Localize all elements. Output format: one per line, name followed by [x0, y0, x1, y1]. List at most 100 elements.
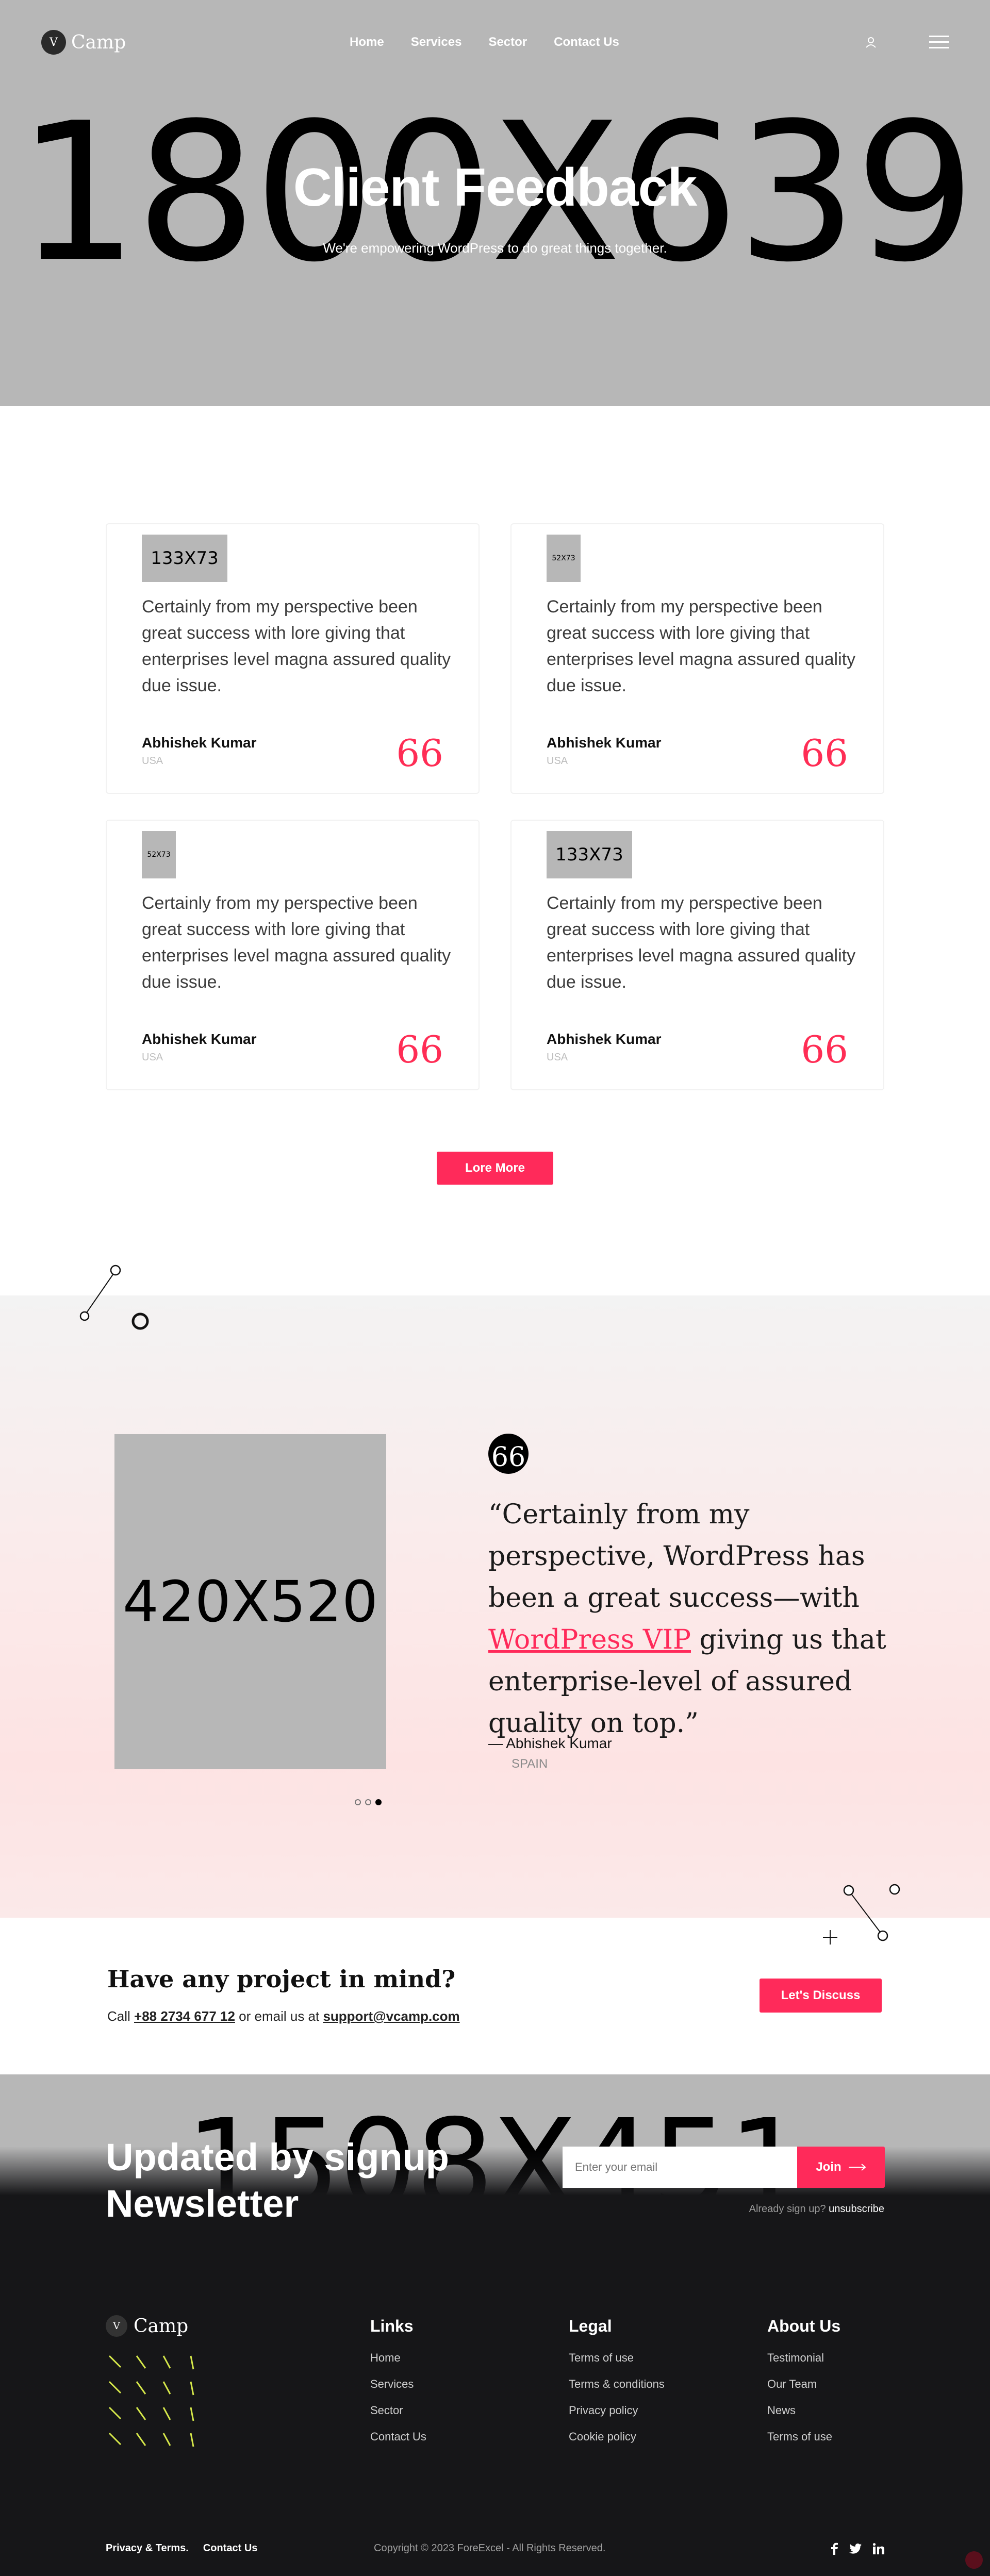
unsubscribe-note: Already sign up? unsubscribe — [749, 2203, 884, 2215]
testimonial-name: Abhishek Kumar — [142, 735, 257, 751]
footer-col-about: About Us Testimonial Our Team News Terms… — [767, 2317, 840, 2456]
quote-icon: 66 — [396, 1028, 443, 1071]
testimonial-quote: Certainly from my perspective been great… — [142, 893, 451, 992]
nav-sector[interactable]: Sector — [488, 35, 527, 49]
footer-bottom-links: Privacy & Terms. Contact Us — [106, 2542, 257, 2554]
facebook-icon[interactable] — [831, 2542, 838, 2555]
footer-link[interactable]: Sector — [370, 2404, 426, 2417]
newsletter-title-line: Newsletter — [106, 2182, 299, 2225]
footer-link[interactable]: Terms of use — [767, 2430, 840, 2444]
featured-quote-text: “Certainly from my perspective, WordPres… — [488, 1499, 865, 1614]
privacy-terms-link[interactable]: Privacy & Terms. — [106, 2542, 189, 2554]
logo-text: Camp — [134, 2315, 189, 2337]
social-links — [831, 2542, 884, 2555]
twitter-icon[interactable] — [849, 2544, 862, 2554]
footer-link[interactable]: Testimonial — [767, 2351, 840, 2365]
arrow-right-icon — [848, 2164, 866, 2171]
nav-services[interactable]: Services — [411, 35, 462, 49]
note-prefix: Already sign up? — [749, 2203, 829, 2215]
footer-link[interactable]: Our Team — [767, 2378, 840, 2391]
footer-link[interactable]: Services — [370, 2378, 426, 2391]
newsletter-title-line: Updated by signup — [106, 2136, 449, 2179]
quote-icon: 66 — [488, 1434, 529, 1474]
featured-image: 420X520 — [114, 1434, 386, 1769]
testimonial-name: Abhishek Kumar — [547, 735, 662, 751]
testimonial-card: 52X73 Certainly from my perspective been… — [510, 523, 884, 794]
user-icon[interactable] — [864, 36, 878, 49]
testimonial-card: 52X73 Certainly from my perspective been… — [106, 820, 480, 1090]
main-menu: Home Services Sector Contact Us — [350, 35, 619, 49]
newsletter-title: Updated by signup Newsletter — [106, 2134, 449, 2227]
project-contact-line: Call +88 2734 677 12 or email us at supp… — [107, 2008, 460, 2024]
quote-icon: 66 — [396, 732, 443, 775]
logo-mark: V — [106, 2315, 127, 2337]
join-label: Join — [816, 2160, 842, 2174]
testimonial-card: 133X73 Certainly from my perspective bee… — [106, 523, 480, 794]
testimonial-image: 133X73 — [547, 831, 632, 878]
testimonial-image: 52X73 — [142, 831, 176, 878]
testimonial-location: USA — [547, 1052, 568, 1063]
logo[interactable]: V Camp — [41, 30, 126, 55]
project-title: Have any project in mind? — [107, 1965, 456, 1993]
testimonial-quote: Certainly from my perspective been great… — [547, 893, 856, 992]
contact-us-link[interactable]: Contact Us — [203, 2542, 258, 2554]
footer-col-title: About Us — [767, 2317, 841, 2335]
testimonial-image: 133X73 — [142, 535, 227, 582]
footer-col-title: Links — [370, 2317, 414, 2335]
testimonial-image: 52X73 — [547, 535, 581, 582]
email-input[interactable] — [563, 2147, 797, 2188]
testimonial-name: Abhishek Kumar — [547, 1031, 662, 1047]
slider-dots — [355, 1799, 382, 1805]
hero-section: 1800X639 V Camp Home Services Sector Con… — [0, 0, 990, 406]
hamburger-icon[interactable] — [929, 35, 949, 50]
footer-col-title: Legal — [569, 2317, 612, 2335]
logo-mark: V — [41, 30, 66, 55]
call-prefix: Call — [107, 2008, 135, 2024]
copyright: Copyright © 2023 ForeExcel - All Rights … — [374, 2542, 606, 2554]
featured-author: — Abhishek Kumar — [488, 1735, 612, 1751]
lets-discuss-button[interactable]: Let's Discuss — [760, 1979, 882, 2013]
footer-link[interactable]: Home — [370, 2351, 426, 2365]
scroll-to-top-button[interactable] — [965, 2551, 983, 2569]
testimonial-quote: Certainly from my perspective been great… — [142, 597, 451, 695]
footer-logo[interactable]: V Camp — [106, 2315, 188, 2337]
testimonial-location: USA — [142, 755, 163, 767]
footer-link[interactable]: Cookie policy — [569, 2430, 665, 2444]
slider-dot-active[interactable] — [375, 1799, 382, 1805]
footer-col-legal: Legal Terms of use Terms & conditions Pr… — [569, 2317, 665, 2456]
slider-dot[interactable] — [365, 1799, 371, 1805]
join-button[interactable]: Join — [797, 2147, 885, 2188]
decorative-shape-icon — [79, 1265, 149, 1330]
email-prefix: or email us at — [235, 2008, 323, 2024]
email-link[interactable]: support@vcamp.com — [323, 2008, 459, 2024]
footer-link[interactable]: Terms & conditions — [569, 2378, 665, 2391]
footer: V Camp Links Home Services Sector Contac… — [0, 2286, 990, 2576]
logo-text: Camp — [71, 31, 126, 53]
unsubscribe-link[interactable]: unsubscribe — [829, 2203, 884, 2215]
nav-contact[interactable]: Contact Us — [554, 35, 619, 49]
slider-dot[interactable] — [355, 1799, 361, 1805]
footer-col-links: Links Home Services Sector Contact Us — [370, 2317, 426, 2456]
testimonial-card: 133X73 Certainly from my perspective bee… — [510, 820, 884, 1090]
featured-quote: “Certainly from my perspective, WordPres… — [488, 1494, 901, 1744]
testimonial-name: Abhishek Kumar — [142, 1031, 257, 1047]
testimonial-location: USA — [142, 1052, 163, 1063]
quote-icon: 66 — [801, 1028, 848, 1071]
footer-link[interactable]: News — [767, 2404, 840, 2417]
decorative-shape-icon — [823, 1884, 900, 1945]
linkedin-icon[interactable] — [873, 2543, 884, 2554]
top-nav: V Camp Home Services Sector Contact Us — [41, 27, 949, 58]
nav-icons — [864, 35, 949, 50]
wordpress-vip-link[interactable]: WordPress VIP — [488, 1624, 691, 1655]
decorative-lines-icon — [108, 2355, 194, 2447]
testimonial-quote: Certainly from my perspective been great… — [547, 597, 856, 695]
nav-home[interactable]: Home — [350, 35, 384, 49]
footer-bottom-bar: Privacy & Terms. Contact Us Copyright © … — [106, 2542, 884, 2558]
quote-icon: 66 — [801, 732, 848, 775]
footer-link[interactable]: Terms of use — [569, 2351, 665, 2365]
lore-more-button[interactable]: Lore More — [437, 1152, 553, 1185]
page-subtitle: We're empowering WordPress to do great t… — [323, 240, 667, 256]
phone-link[interactable]: +88 2734 677 12 — [134, 2008, 235, 2024]
footer-link[interactable]: Privacy policy — [569, 2404, 665, 2417]
footer-link[interactable]: Contact Us — [370, 2430, 426, 2444]
